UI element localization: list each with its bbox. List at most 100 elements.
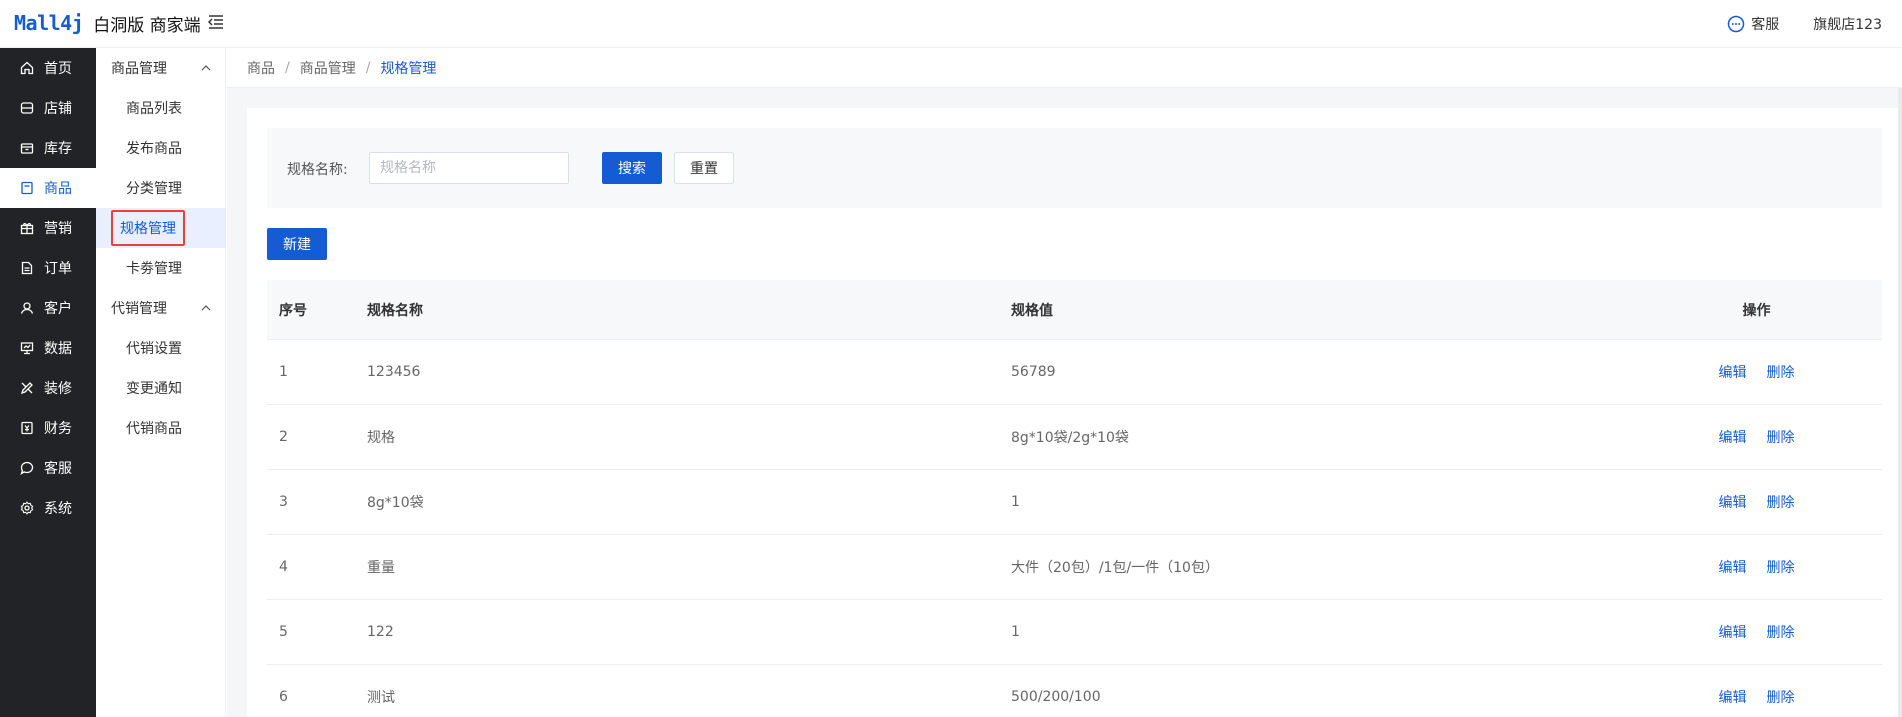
cell-no: 3 <box>279 494 288 510</box>
nav-item-order[interactable]: 订单 <box>0 248 96 288</box>
chevron-up-icon <box>201 65 211 71</box>
logo[interactable]: Mall4j 白洞版 商家端 <box>14 8 201 38</box>
order-icon <box>21 261 33 275</box>
logo-text: 白洞版 商家端 <box>93 15 201 36</box>
reset-button[interactable]: 重置 <box>674 152 734 184</box>
cell-no: 2 <box>279 429 288 445</box>
header-actions: 操作 <box>1742 302 1771 319</box>
delete-link[interactable]: 删除 <box>1767 557 1795 577</box>
main-content: 商品 / 商品管理 / 规格管理 规格名称: 搜索 重置 新建 序号 规格名称 … <box>227 48 1902 717</box>
sub-item-category[interactable]: 分类管理 <box>96 168 225 208</box>
breadcrumb-item[interactable]: 商品 <box>247 58 275 78</box>
sub-item-change-notice[interactable]: 变更通知 <box>96 368 225 408</box>
nav-label: 商品 <box>44 181 72 197</box>
breadcrumb-separator: / <box>365 59 371 76</box>
cell-no: 1 <box>279 364 288 380</box>
cell-actions: 编辑 删除 <box>1611 427 1882 447</box>
nav-item-home[interactable]: 首页 <box>0 48 96 88</box>
cell-actions: 编辑 删除 <box>1611 622 1882 642</box>
table-row: 3 8g*10袋 1 编辑 删除 <box>267 470 1882 535</box>
nav-label: 财务 <box>44 421 72 437</box>
sub-item-publish-goods[interactable]: 发布商品 <box>96 128 225 168</box>
sub-item-label: 规格管理 <box>111 210 185 246</box>
nav-label: 数据 <box>44 341 72 357</box>
nav-item-inventory[interactable]: 库存 <box>0 128 96 168</box>
cell-actions: 编辑 删除 <box>1611 557 1882 577</box>
nav-label: 客服 <box>44 461 72 477</box>
sub-item-spec-management[interactable]: 规格管理 <box>96 208 225 248</box>
edit-link[interactable]: 编辑 <box>1719 362 1747 382</box>
header-spec-name: 规格名称 <box>367 302 423 319</box>
store-icon <box>20 102 34 114</box>
delete-link[interactable]: 删除 <box>1767 687 1795 707</box>
breadcrumb-item[interactable]: 商品管理 <box>300 58 356 78</box>
edit-link[interactable]: 编辑 <box>1719 687 1747 707</box>
nav-item-finance[interactable]: 财务 <box>0 408 96 448</box>
group-consignment[interactable]: 代销管理 <box>96 288 225 328</box>
nav-item-customer[interactable]: 客户 <box>0 288 96 328</box>
sub-item-coupons[interactable]: 卡劵管理 <box>96 248 225 288</box>
sub-item-consign-settings[interactable]: 代销设置 <box>96 328 225 368</box>
cell-spec-name: 122 <box>367 624 394 640</box>
nav-label: 店铺 <box>44 101 72 117</box>
cell-spec-name: 规格 <box>367 430 395 446</box>
cell-no: 6 <box>279 689 288 705</box>
cell-spec-value: 1 <box>1011 624 1020 640</box>
chat-icon <box>20 461 34 475</box>
nav-label: 装修 <box>44 381 72 397</box>
edit-link[interactable]: 编辑 <box>1719 427 1747 447</box>
new-spec-button[interactable]: 新建 <box>267 228 327 260</box>
goods-icon <box>21 181 33 195</box>
sub-item-consign-goods[interactable]: 代销商品 <box>96 408 225 448</box>
delete-link[interactable]: 删除 <box>1767 492 1795 512</box>
delete-link[interactable]: 删除 <box>1767 427 1795 447</box>
nav-label: 客户 <box>44 301 72 317</box>
finance-icon <box>21 421 33 435</box>
delete-link[interactable]: 删除 <box>1767 362 1795 382</box>
nav-item-store[interactable]: 店铺 <box>0 88 96 128</box>
shop-name[interactable]: 旗舰店123 <box>1813 14 1882 34</box>
nav-item-system[interactable]: 系统 <box>0 488 96 528</box>
group-goods-management[interactable]: 商品管理 <box>96 48 225 88</box>
data-icon <box>20 342 34 355</box>
primary-sidebar: 首页 店铺 库存 商品 营销 订单 客户 数据 装修 财务 客服 系统 <box>0 48 96 717</box>
sub-item-goods-list[interactable]: 商品列表 <box>96 88 225 128</box>
nav-label: 库存 <box>44 141 72 157</box>
cell-spec-name: 测试 <box>367 690 395 706</box>
edit-link[interactable]: 编辑 <box>1719 622 1747 642</box>
collapse-menu-button[interactable] <box>205 11 227 33</box>
cell-spec-value: 1 <box>1011 494 1020 510</box>
secondary-sidebar: 商品管理 商品列表 发布商品 分类管理 规格管理 卡劵管理 代销管理 代销设置 … <box>96 48 226 717</box>
nav-item-data[interactable]: 数据 <box>0 328 96 368</box>
cell-spec-value: 500/200/100 <box>1011 689 1101 705</box>
logo-mark: Mall4j <box>14 11 84 35</box>
chat-bubble-icon <box>1728 15 1745 33</box>
group-title: 商品管理 <box>111 61 167 77</box>
customer-icon <box>20 302 34 314</box>
spec-name-search-input[interactable] <box>369 152 569 184</box>
search-bar: 规格名称: 搜索 重置 <box>267 128 1882 208</box>
cell-spec-name: 123456 <box>367 364 421 380</box>
vertical-scrollbar[interactable] <box>1898 88 1902 717</box>
nav-label: 订单 <box>44 261 72 277</box>
nav-item-goods[interactable]: 商品 <box>0 168 96 208</box>
cell-spec-name: 重量 <box>367 560 395 576</box>
chevron-up-icon <box>201 305 211 311</box>
nav-item-marketing[interactable]: 营销 <box>0 208 96 248</box>
search-label: 规格名称: <box>287 162 348 178</box>
cell-no: 4 <box>279 559 288 575</box>
cell-spec-value: 8g*10袋/2g*10袋 <box>1011 430 1129 446</box>
nav-item-decorate[interactable]: 装修 <box>0 368 96 408</box>
search-button[interactable]: 搜索 <box>602 152 662 184</box>
customer-service-link[interactable]: 客服 <box>1727 14 1779 34</box>
edit-link[interactable]: 编辑 <box>1719 492 1747 512</box>
header-right: 客服 旗舰店123 <box>1727 0 1882 48</box>
edit-link[interactable]: 编辑 <box>1719 557 1747 577</box>
cell-spec-name: 8g*10袋 <box>367 495 424 511</box>
nav-item-service[interactable]: 客服 <box>0 448 96 488</box>
cell-actions: 编辑 删除 <box>1611 492 1882 512</box>
cell-actions: 编辑 删除 <box>1611 362 1882 382</box>
group-title: 代销管理 <box>111 301 167 317</box>
delete-link[interactable]: 删除 <box>1767 622 1795 642</box>
table-row: 2 规格 8g*10袋/2g*10袋 编辑 删除 <box>267 405 1882 470</box>
